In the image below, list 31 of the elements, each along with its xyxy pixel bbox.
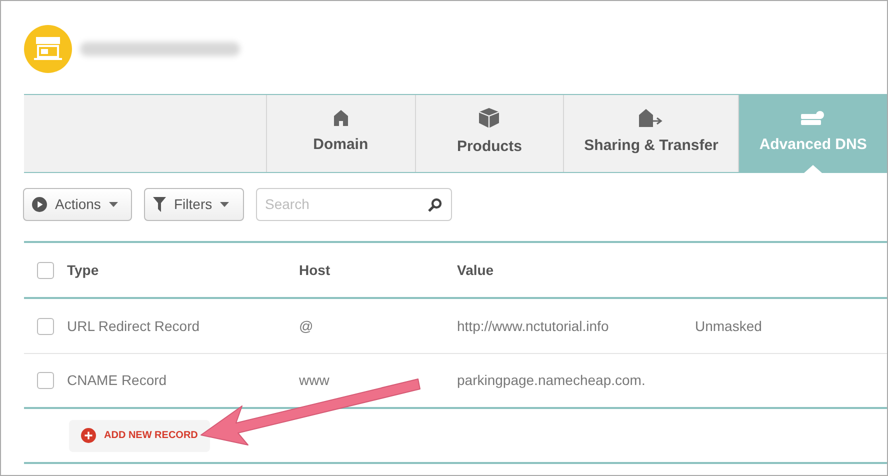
caret-icon [108,202,118,206]
table-cell: parkingpage.namecheap.com. [457,372,646,388]
table-cell: URL Redirect Record [67,318,200,334]
checkbox[interactable] [37,262,54,278]
column-header: Value [457,262,494,278]
filters-dropdown[interactable]: Filters [144,188,244,220]
house-icon [334,110,348,126]
checkbox[interactable] [37,372,54,389]
table-cell: Unmasked [695,318,762,334]
table-cell: CNAME Record [67,372,167,388]
store-logo-icon [24,25,72,73]
tab-pointer [804,165,822,173]
play-icon [32,196,47,212]
table-cell: http://www.nctutorial.info [457,318,609,334]
search-field[interactable]: Search [256,188,452,220]
tab[interactable]: Domain [266,95,415,172]
plus-circle-icon [81,428,96,443]
search-icon [428,198,442,212]
column-header: Type [67,262,99,278]
actions-dropdown[interactable]: Actions [23,188,132,220]
column-header: Host [299,262,330,278]
add-record-button[interactable]: ADD NEW RECORD [69,420,210,452]
checkbox[interactable] [37,318,54,334]
table-cell: @ [299,318,314,334]
funnel-icon [153,196,166,212]
caret-icon [220,202,230,206]
tab[interactable]: Products [414,95,564,172]
box-icon [479,108,500,128]
server-icon [801,110,826,126]
house-arrow-icon [639,109,664,128]
table-cell: www [299,372,330,388]
